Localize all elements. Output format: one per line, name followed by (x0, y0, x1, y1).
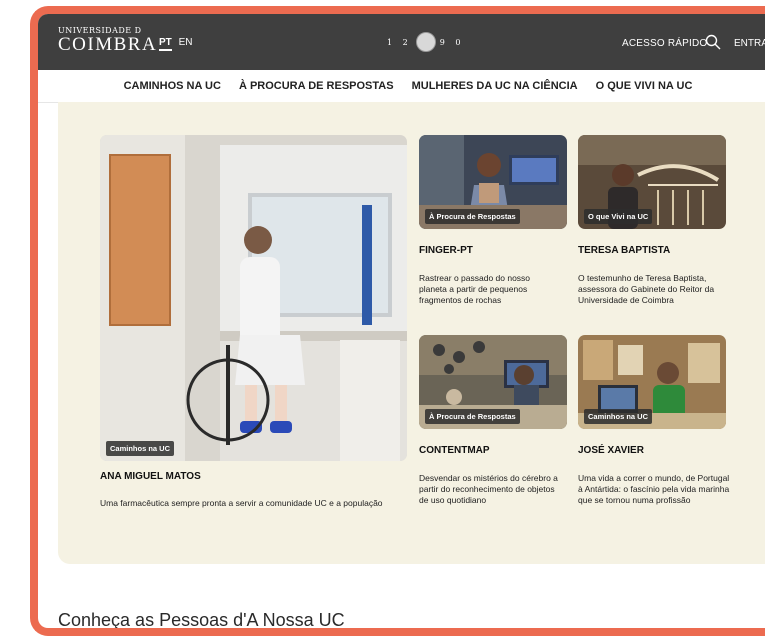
nav-item-mulheres[interactable]: MULHERES DA UC NA CIÊNCIA (412, 80, 578, 92)
lang-pt-link[interactable]: PT (159, 37, 172, 51)
top-header: UNIVERSIDADE D COIMBRA PT EN 1 2 9 0 ACE… (38, 14, 765, 70)
main-nav: CAMINHOS NA UC À PROCURA DE RESPOSTAS MU… (38, 70, 765, 103)
story-tag: À Procura de Respostas (425, 209, 520, 224)
lab-photo-illustration (100, 135, 407, 461)
story-image-finger-pt[interactable]: À Procura de Respostas (419, 135, 567, 229)
nav-item-vivi[interactable]: O QUE VIVI NA UC (596, 80, 693, 92)
story-tag: Caminhos na UC (106, 441, 175, 456)
anniversary-seal: 1 2 9 0 (387, 32, 464, 52)
lang-en-link[interactable]: EN (179, 37, 193, 48)
nav-item-procura[interactable]: À PROCURA DE RESPOSTAS (239, 80, 394, 92)
story-desc-ana-miguel-matos: Uma farmacêutica sempre pronta a servir … (100, 498, 383, 508)
story-title-ana-miguel-matos[interactable]: ANA MIGUEL MATOS (100, 471, 201, 482)
story-tag: Caminhos na UC (584, 409, 653, 424)
story-desc-finger-pt: Rastrear o passado do nosso planeta a pa… (419, 273, 531, 305)
login-link[interactable]: ENTRAR (734, 38, 765, 49)
browser-frame: UNIVERSIDADE D COIMBRA PT EN 1 2 9 0 ACE… (30, 6, 765, 636)
story-desc-jose-xavier: Uma vida a correr o mundo, de Portugal à… (578, 473, 730, 505)
language-switcher: PT EN (159, 37, 193, 51)
university-logo[interactable]: UNIVERSIDADE D COIMBRA (58, 26, 157, 54)
seal-emblem-icon (415, 32, 436, 52)
logo-line2: COIMBRA (58, 34, 158, 55)
story-tag: O que Vivi na UC (584, 209, 653, 224)
story-desc-teresa-baptista: O testemunho de Teresa Baptista, assesso… (578, 273, 715, 305)
story-image-contentmap[interactable]: À Procura de Respostas (419, 335, 567, 429)
story-tag: À Procura de Respostas (425, 409, 520, 424)
story-desc-contentmap: Desvendar os mistérios do cérebro a part… (419, 473, 558, 505)
story-image-ana-miguel-matos[interactable]: Caminhos na UC (100, 135, 407, 461)
story-image-teresa-baptista[interactable]: O que Vivi na UC (578, 135, 726, 229)
seal-digits-right: 9 0 (439, 37, 465, 47)
quick-access-link[interactable]: ACESSO RÁPIDO (622, 38, 707, 49)
story-image-jose-xavier[interactable]: Caminhos na UC (578, 335, 726, 429)
seal-digits-left: 1 2 (387, 37, 412, 47)
section-heading: Conheça as Pessoas d'A Nossa UC (58, 610, 345, 630)
story-title-teresa-baptista[interactable]: TERESA BAPTISTA (578, 245, 670, 256)
story-title-jose-xavier[interactable]: JOSÉ XAVIER (578, 445, 644, 456)
featured-stories-panel: Caminhos na UC ANA MIGUEL MATOS Uma farm… (58, 102, 765, 564)
story-title-finger-pt[interactable]: FINGER-PT (419, 245, 473, 256)
search-icon[interactable] (705, 34, 721, 50)
story-title-contentmap[interactable]: CONTENTMAP (419, 445, 490, 456)
nav-item-caminhos[interactable]: CAMINHOS NA UC (124, 80, 221, 92)
